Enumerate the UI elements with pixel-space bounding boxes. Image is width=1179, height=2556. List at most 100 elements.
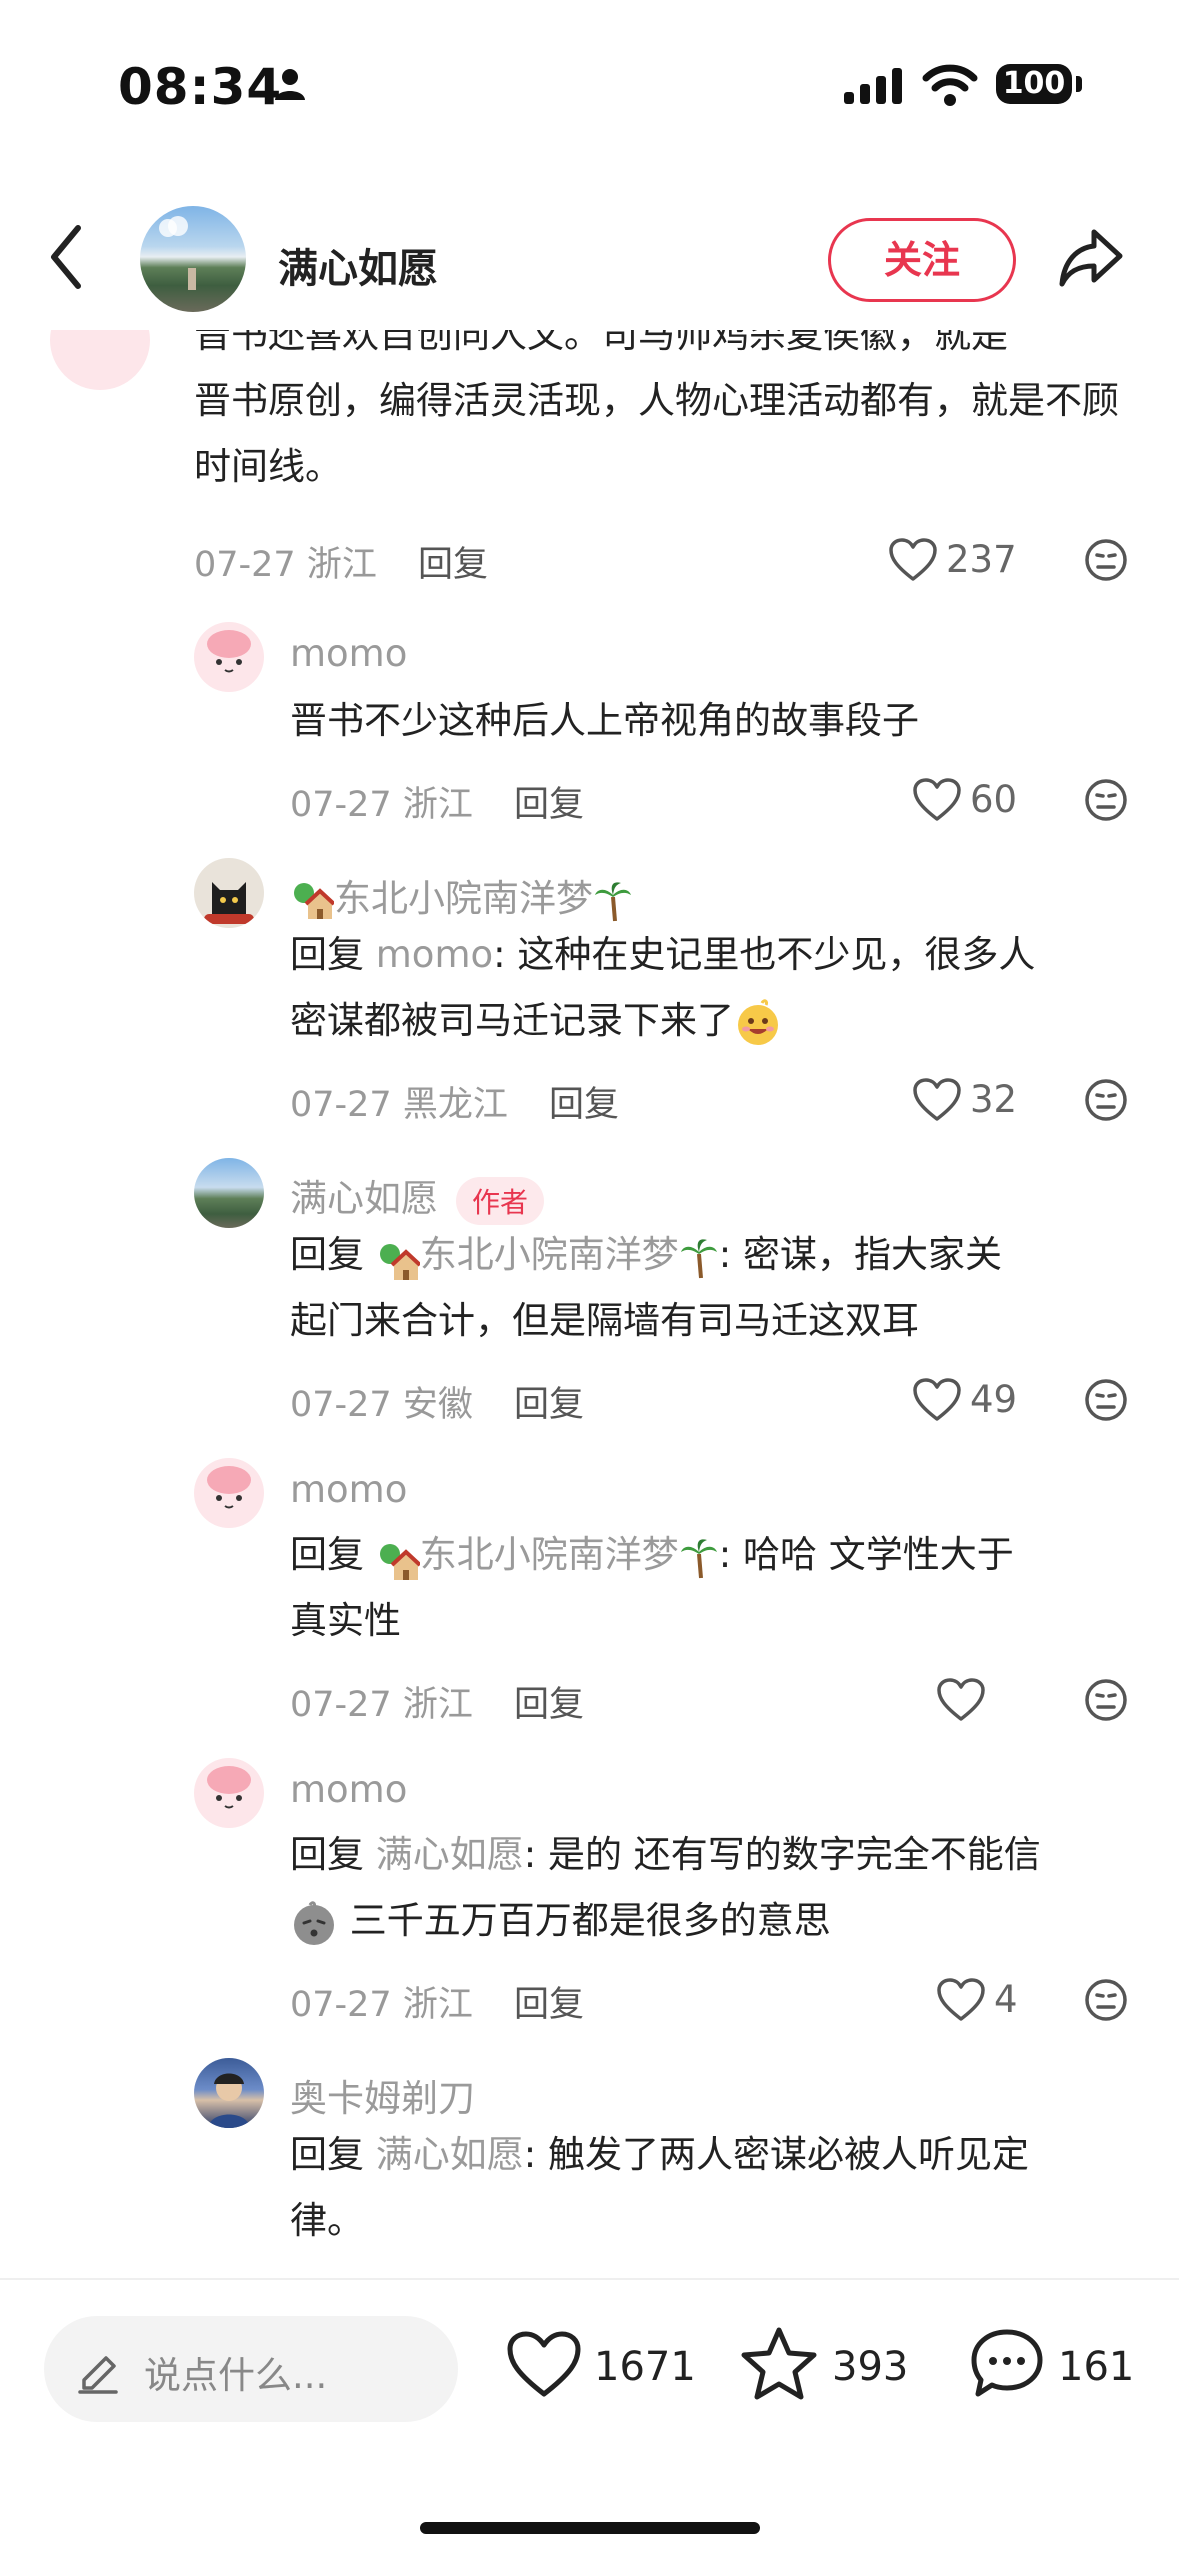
heart-icon (889, 537, 937, 581)
battery-tip (1076, 76, 1082, 92)
reply-button[interactable]: 回复 (418, 545, 488, 585)
reply-username[interactable]: 奥卡姆剃刀 (290, 2068, 475, 2122)
heart-icon (913, 777, 961, 821)
reply-avatar-momo[interactable] (194, 1458, 264, 1528)
reply-text-b: 密谋都被司马迁记录下来了 (290, 999, 734, 1042)
reply-text-a: : 密谋，指大家关 (718, 1233, 1002, 1276)
house-emoji-icon (376, 1537, 422, 1580)
reply-date: 07-27 (290, 1685, 392, 1725)
heart-icon (937, 1977, 985, 2021)
bottom-divider (0, 2278, 1179, 2280)
reply-avatar-author[interactable] (194, 1158, 264, 1228)
pensive-face-emoji-icon (290, 1899, 338, 1947)
reply-button[interactable]: 回复 (514, 1985, 584, 2025)
house-emoji-icon (290, 881, 336, 921)
battery-icon: 100 (996, 64, 1072, 104)
author-avatar[interactable] (140, 206, 246, 312)
reply-location: 浙江 (402, 1685, 473, 1725)
like-count: 4 (994, 1978, 1018, 2021)
reply-text: 回复 东北小院南洋梦 : 哈哈 文学性大于 真实性 (290, 1522, 1140, 1654)
reply-button[interactable]: 回复 (549, 1085, 619, 1125)
dislike-icon[interactable] (1084, 1378, 1128, 1426)
heart-icon (507, 2331, 581, 2397)
grinning-face-emoji-icon (734, 998, 782, 1047)
reply-text-b: 律。 (290, 2199, 364, 2242)
dislike-icon[interactable] (1084, 538, 1128, 586)
reply-username[interactable]: momo (290, 1468, 407, 1511)
reply-date: 07-27 (290, 1085, 392, 1125)
palm-tree-emoji-icon (679, 1535, 719, 1579)
reply-text-b: 三千五万百万都是很多的意思 (349, 1899, 831, 1942)
comment-text-partial: 晋书还喜欢自创同人文。司马帅鸡杀夏侯徽，就是 (194, 330, 1008, 356)
pencil-icon (74, 2346, 122, 2398)
reply-button[interactable]: 回复 (514, 1685, 584, 1725)
like-button[interactable]: 4 (936, 1976, 1018, 2022)
reply-avatar-cat[interactable] (194, 858, 264, 928)
signal-icon (844, 68, 906, 108)
heart-icon (913, 1377, 961, 1421)
reply-meta: 07-27 浙江 回复 (290, 1676, 584, 1727)
like-count: 49 (970, 1378, 1018, 1421)
mention-link[interactable]: 满心如愿 (376, 1833, 524, 1876)
like-button[interactable]: 49 (912, 1376, 1017, 1422)
like-post-button[interactable] (506, 2330, 582, 2400)
reply-username[interactable]: momo (290, 1768, 407, 1811)
heart-icon (913, 1077, 961, 1121)
comments-list[interactable]: 晋书还喜欢自创同人文。司马帅鸡杀夏侯徽，就是 晋书原创，编得活灵活现，人物心理活… (0, 330, 1179, 2278)
reply-avatar-momo[interactable] (194, 622, 264, 692)
follow-button[interactable]: 关注 (828, 218, 1016, 302)
like-button[interactable]: 60 (912, 776, 1017, 822)
mention-link[interactable]: 东北小院南洋梦 (420, 1233, 679, 1276)
reply-meta: 07-27 黑龙江 回复 (290, 1076, 619, 1127)
author-name[interactable]: 满心如愿 (278, 236, 438, 294)
comment-location: 浙江 (306, 545, 377, 585)
reply-avatar-okamu[interactable] (194, 2058, 264, 2128)
top-comment-avatar[interactable] (50, 330, 150, 390)
share-icon[interactable] (1056, 226, 1126, 294)
reply-username-row[interactable]: 满心如愿 作者 (290, 1168, 545, 1225)
palm-tree-emoji-icon (593, 879, 633, 923)
reply-location: 浙江 (402, 785, 473, 825)
comment-bubble-icon (971, 2329, 1043, 2397)
reply-text-a: : 哈哈 文学性大于 (718, 1533, 1014, 1576)
comment-date: 07-27 (194, 545, 296, 585)
heart-icon (937, 1677, 985, 1721)
reply-location: 黑龙江 (402, 1085, 508, 1125)
comment-count: 161 (1058, 2344, 1135, 2390)
like-count: 32 (970, 1078, 1018, 1121)
like-button[interactable] (936, 1676, 994, 1722)
reply-username[interactable]: momo (290, 632, 407, 675)
wifi-icon (922, 62, 978, 110)
comment-text: 晋书原创，编得活灵活现，人物心理活动都有，就是不顾时间线。 (194, 379, 1119, 488)
like-button[interactable]: 237 (888, 536, 1017, 582)
reply-username-row[interactable]: 东北小院南洋梦 (290, 868, 633, 923)
reply-text: 回复 满心如愿: 触发了两人密谋必被人听见定 律。 (290, 2122, 1160, 2254)
mention-link[interactable]: momo (376, 933, 493, 976)
reply-text: 晋书不少这种后人上帝视角的故事段子 (290, 699, 919, 742)
favorite-button[interactable] (740, 2326, 818, 2406)
like-button[interactable]: 32 (912, 1076, 1017, 1122)
reply-button[interactable]: 回复 (514, 785, 584, 825)
post-like-count: 1671 (594, 2344, 696, 2390)
reply-prefix: 回复 (290, 1233, 376, 1276)
comment-button[interactable] (968, 2326, 1046, 2406)
comment-input-placeholder[interactable]: 说点什么... (144, 2345, 327, 2399)
reply-text: 回复 满心如愿: 是的 还有写的数字完全不能信 三千五万百万都是很多的意思 (290, 1822, 1160, 1954)
mention-link[interactable]: 东北小院南洋梦 (420, 1533, 679, 1576)
reply-meta: 07-27 浙江 回复 (290, 776, 584, 827)
reply-prefix: 回复 (290, 1533, 376, 1576)
star-icon (741, 2327, 817, 2400)
mention-link[interactable]: 满心如愿 (376, 2133, 524, 2176)
reply-text-b: 真实性 (290, 1599, 401, 1642)
dislike-icon[interactable] (1084, 1678, 1128, 1726)
dislike-icon[interactable] (1084, 1978, 1128, 2026)
reply-username[interactable]: 满心如愿 (290, 1177, 438, 1220)
dislike-icon[interactable] (1084, 1078, 1128, 1126)
reply-username[interactable]: 东北小院南洋梦 (334, 877, 593, 920)
reply-prefix: 回复 (290, 2133, 376, 2176)
dislike-icon[interactable] (1084, 778, 1128, 826)
reply-button[interactable]: 回复 (514, 1385, 584, 1425)
comment-meta: 07-27 浙江 回复 (194, 536, 488, 587)
back-chevron-icon[interactable] (46, 222, 86, 296)
reply-avatar-momo[interactable] (194, 1758, 264, 1828)
